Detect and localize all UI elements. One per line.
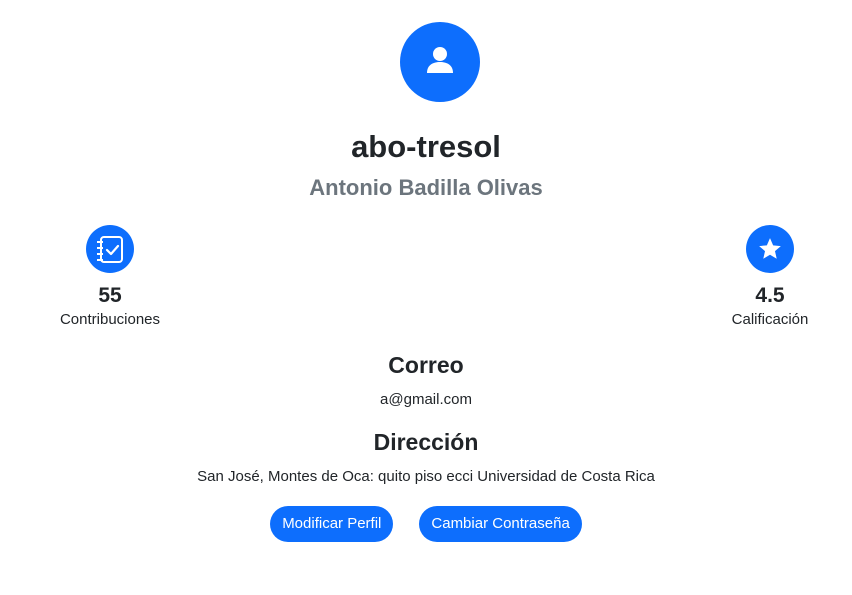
user-icon (424, 44, 456, 81)
username: abo-tresol (351, 129, 501, 164)
avatar (400, 22, 480, 102)
rating-label: Calificación (731, 311, 809, 328)
address-title: Dirección (373, 429, 479, 455)
email-value: a@gmail.com (380, 391, 472, 408)
star-icon (746, 225, 794, 273)
edit-profile-button[interactable]: Modificar Perfil (270, 506, 394, 542)
full-name: Antonio Badilla Olivas (309, 175, 543, 200)
contributions-count: 55 (98, 284, 122, 307)
profile-page: abo-tresol Antonio Badilla Olivas 55 Con… (0, 0, 852, 595)
email-title: Correo (388, 352, 464, 378)
contributions-stat: 55 Contribuciones (30, 225, 190, 329)
profile-actions: Modificar Perfil Cambiar Contraseña (0, 506, 852, 542)
contributions-label: Contribuciones (59, 311, 161, 328)
address-value: San José, Montes de Oca: quito piso ecci… (197, 468, 655, 485)
rating-value: 4.5 (755, 284, 785, 307)
rating-stat: 4.5 Calificación (690, 225, 850, 329)
checklist-notebook-icon (86, 225, 134, 273)
change-password-button[interactable]: Cambiar Contraseña (419, 506, 582, 542)
